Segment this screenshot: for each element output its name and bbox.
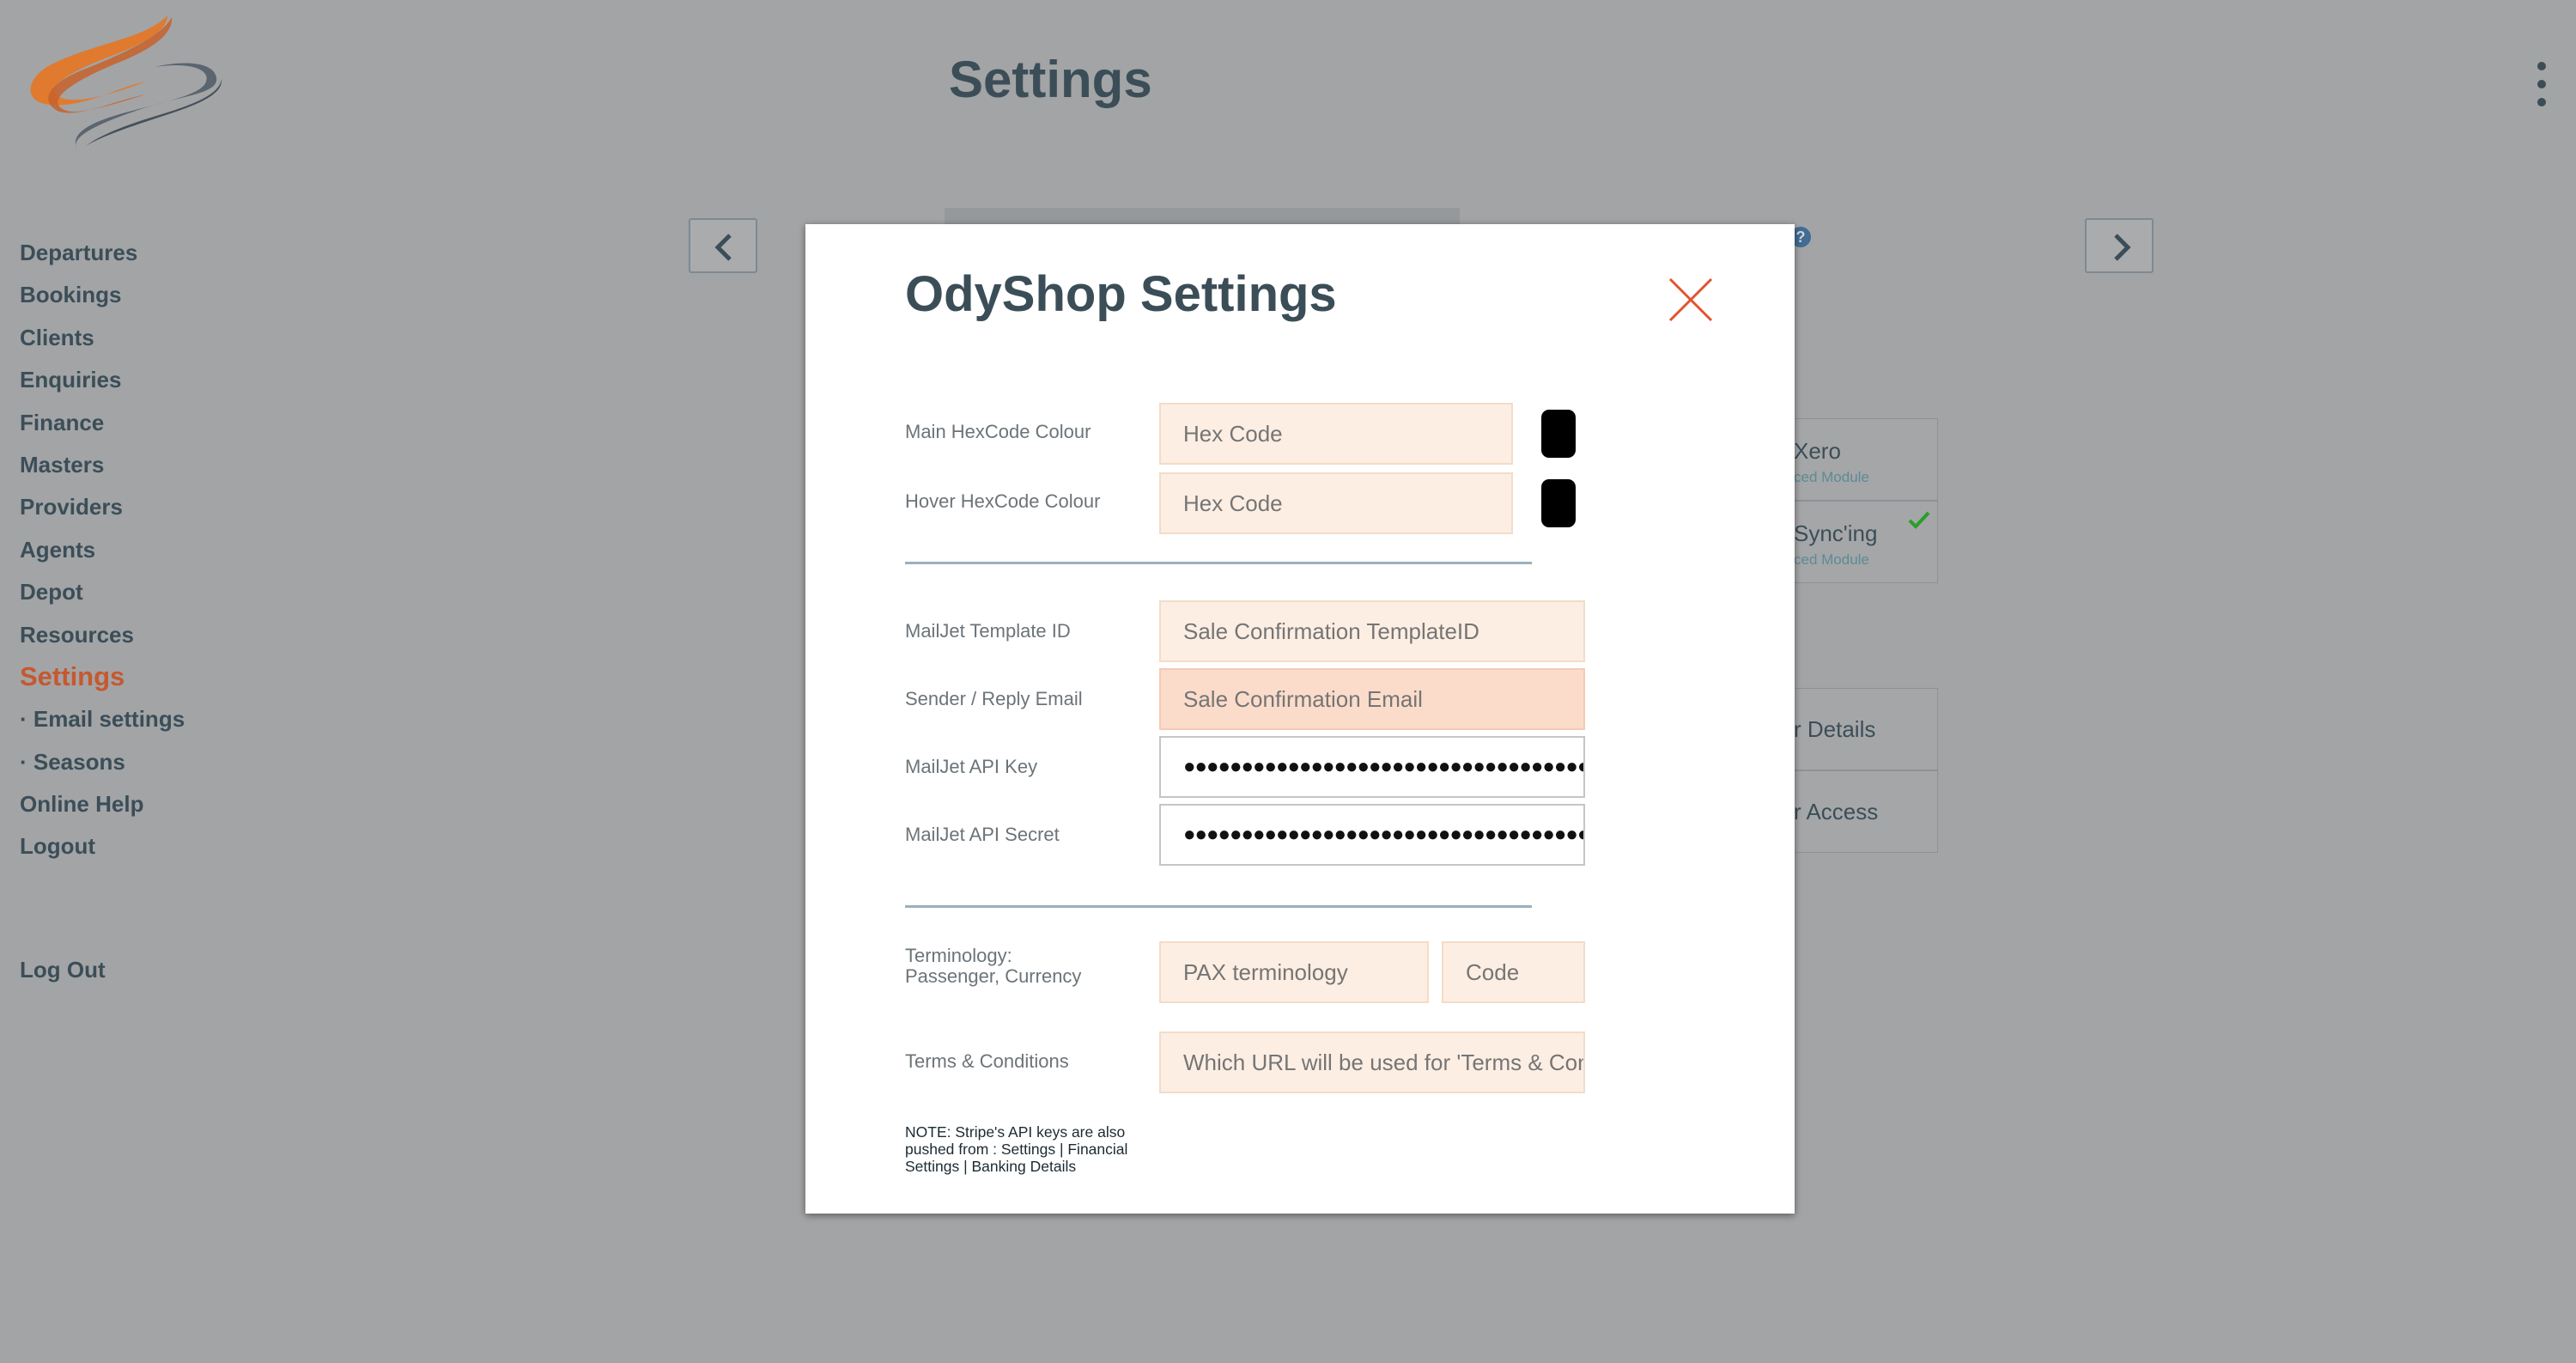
sidebar-item-settings[interactable]: Settings — [20, 662, 185, 705]
hover-hex-label: Hover HexCode Colour — [905, 490, 1101, 512]
main-colour-swatch[interactable] — [1541, 410, 1576, 458]
sidebar-item-masters[interactable]: Masters — [20, 451, 185, 493]
card-subtitle: ced Module — [1794, 551, 1869, 568]
main-hex-label: Main HexCode Colour — [905, 421, 1091, 442]
pax-terminology-input[interactable] — [1159, 941, 1429, 1003]
terminology-label: Terminology: Passenger, Currency — [905, 946, 1081, 987]
chevron-right-icon — [2114, 234, 2131, 261]
terms-label: Terms & Conditions — [905, 1050, 1069, 1072]
terminology-label-line2: Passenger, Currency — [905, 965, 1082, 987]
sidebar-item-agents[interactable]: Agents — [20, 536, 185, 578]
sidebar-item-depot[interactable]: Depot — [20, 578, 185, 620]
template-id-label: MailJet Template ID — [905, 620, 1071, 642]
sidebar-item-finance[interactable]: Finance — [20, 409, 185, 451]
odyshop-settings-modal: OdyShop Settings Main HexCode Colour Hov… — [805, 224, 1795, 1214]
modal-title: OdyShop Settings — [905, 266, 1337, 322]
section-divider — [905, 562, 1532, 564]
hover-hex-input[interactable] — [1159, 472, 1513, 534]
sidebar-item-resources[interactable]: Resources — [20, 621, 185, 663]
sidebar-item-online-help[interactable]: Online Help — [20, 790, 185, 832]
sidebar-item-bookings[interactable]: Bookings — [20, 281, 185, 323]
sidebar-item-enquiries[interactable]: Enquiries — [20, 366, 185, 408]
stripe-note: NOTE: Stripe's API keys are also pushed … — [905, 1123, 1128, 1175]
sidebar-item-seasons[interactable]: · Seasons — [20, 748, 185, 790]
terms-url-input[interactable] — [1159, 1031, 1585, 1093]
terminology-label-line1: Terminology: — [905, 945, 1012, 966]
card-title: r Details — [1794, 716, 1876, 742]
hover-colour-swatch[interactable] — [1541, 479, 1576, 527]
log-out-link[interactable]: Log Out — [20, 957, 106, 983]
sidebar: Departures Bookings Clients Enquiries Fi… — [20, 239, 185, 875]
obscured-section-heading — [945, 208, 1460, 225]
sidebar-item-email-settings[interactable]: · Email settings — [20, 705, 185, 747]
main-hex-input[interactable] — [1159, 403, 1513, 465]
kebab-menu-icon[interactable] — [2531, 62, 2552, 113]
syncing-module-card[interactable]: Sync'ing ced Module — [1786, 501, 1938, 583]
sidebar-item-departures[interactable]: Departures — [20, 239, 185, 281]
card-subtitle: ced Module — [1794, 469, 1869, 485]
section-divider — [905, 905, 1532, 908]
sender-email-input[interactable] — [1159, 668, 1585, 730]
sender-email-label: Sender / Reply Email — [905, 688, 1083, 709]
card-title: Xero — [1794, 438, 1841, 464]
xero-module-card[interactable]: Xero ced Module — [1786, 418, 1938, 501]
sidebar-item-clients[interactable]: Clients — [20, 324, 185, 366]
details-card[interactable]: r Details — [1786, 688, 1938, 770]
currency-code-input[interactable] — [1442, 941, 1585, 1003]
template-id-input[interactable] — [1159, 600, 1585, 662]
card-title: r Access — [1794, 799, 1879, 824]
sidebar-item-providers[interactable]: Providers — [20, 493, 185, 535]
checkmark-icon — [1908, 511, 1930, 529]
next-page-button[interactable] — [2085, 218, 2154, 273]
access-card[interactable]: r Access — [1786, 770, 1938, 853]
previous-page-button[interactable] — [689, 218, 757, 273]
api-key-input[interactable]: ●●●●●●●●●●●●●●●●●●●●●●●●●●●●●●●●●●●●●●●● — [1159, 736, 1585, 798]
api-key-label: MailJet API Key — [905, 756, 1038, 777]
page-title: Settings — [949, 51, 1152, 108]
card-title: Sync'ing — [1794, 520, 1878, 546]
api-secret-label: MailJet API Secret — [905, 824, 1060, 845]
app-logo-icon — [30, 15, 222, 150]
close-icon[interactable] — [1667, 276, 1715, 324]
chevron-left-icon — [714, 234, 732, 261]
api-secret-input[interactable]: ●●●●●●●●●●●●●●●●●●●●●●●●●●●●●●●●●●●●●●●● — [1159, 804, 1585, 866]
sidebar-item-logout[interactable]: Logout — [20, 832, 185, 874]
